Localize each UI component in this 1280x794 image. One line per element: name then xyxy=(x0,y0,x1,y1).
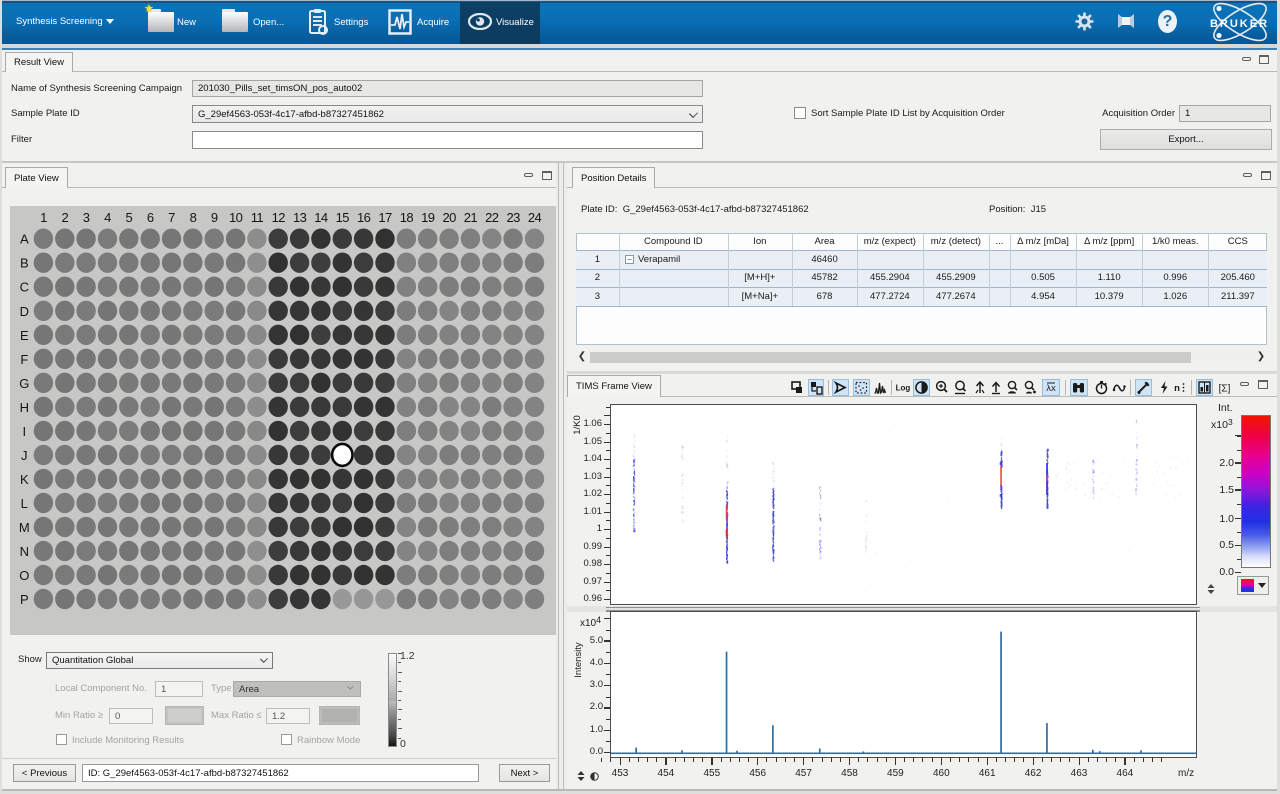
svg-text:22: 22 xyxy=(485,210,499,225)
svg-text:3: 3 xyxy=(83,210,90,225)
svg-text:19: 19 xyxy=(421,210,435,225)
svg-text:14: 14 xyxy=(314,210,328,225)
svg-text:M: M xyxy=(19,520,29,535)
svg-text:6: 6 xyxy=(147,210,154,225)
svg-text:24: 24 xyxy=(528,210,542,225)
svg-text:8: 8 xyxy=(190,210,197,225)
svg-text:n: n xyxy=(1174,383,1180,394)
svg-text:7: 7 xyxy=(168,210,175,225)
svg-text:18: 18 xyxy=(400,210,414,225)
svg-text:10: 10 xyxy=(229,210,243,225)
svg-text:P: P xyxy=(20,592,28,607)
svg-text:13: 13 xyxy=(293,210,307,225)
svg-text:11: 11 xyxy=(251,210,264,225)
svg-text:20: 20 xyxy=(442,210,456,225)
svg-text:4: 4 xyxy=(104,210,111,225)
svg-text:G: G xyxy=(19,376,29,391)
svg-text:C: C xyxy=(20,280,29,295)
svg-text:L: L xyxy=(21,496,28,511)
svg-text:I: I xyxy=(22,424,25,439)
svg-text:23: 23 xyxy=(506,210,520,225)
svg-text:D: D xyxy=(20,304,29,319)
svg-text:12: 12 xyxy=(272,210,286,225)
svg-text:1: 1 xyxy=(40,210,47,225)
svg-text:16: 16 xyxy=(357,210,371,225)
svg-text:K: K xyxy=(20,472,29,487)
svg-text:[Σ]: [Σ] xyxy=(1219,384,1231,395)
svg-text:H: H xyxy=(20,400,29,415)
svg-text:21: 21 xyxy=(464,210,478,225)
svg-text:J: J xyxy=(21,448,27,463)
svg-text:5: 5 xyxy=(125,210,132,225)
svg-text:15: 15 xyxy=(336,210,350,225)
svg-text:9: 9 xyxy=(211,210,218,225)
svg-text:E: E xyxy=(20,328,29,343)
svg-text:17: 17 xyxy=(378,210,392,225)
svg-text:F: F xyxy=(20,352,28,367)
svg-text:Log: Log xyxy=(896,384,911,393)
svg-text:N: N xyxy=(20,544,29,559)
svg-text:λx: λx xyxy=(1046,383,1056,394)
svg-text:B: B xyxy=(20,256,28,271)
svg-text:O: O xyxy=(19,568,29,583)
svg-text:2: 2 xyxy=(61,210,68,225)
svg-text:BRUKER: BRUKER xyxy=(1210,18,1269,30)
svg-text:A: A xyxy=(20,232,29,247)
